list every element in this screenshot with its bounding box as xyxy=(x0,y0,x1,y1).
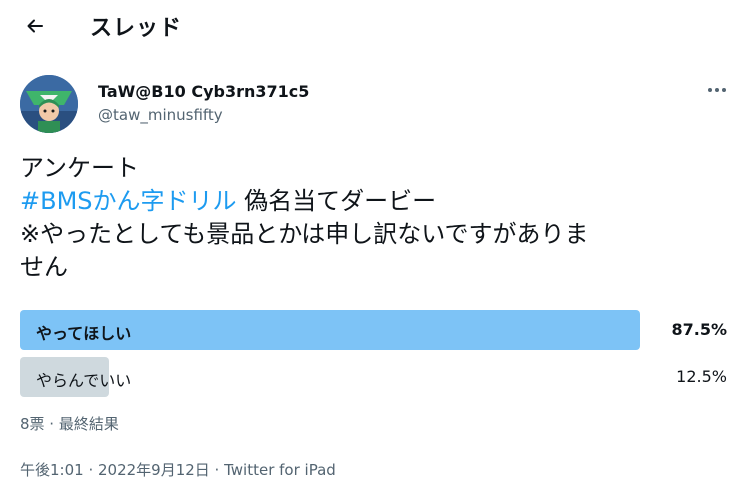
poll-option-label: やらんでいい xyxy=(36,371,132,390)
poll-summary: 8票 · 最終結果 xyxy=(20,415,119,433)
tweet-text: アンケート #BMSかん字ドリル 偽名当てダービー ※やったとしても景品とかは申… xyxy=(20,152,730,284)
more-horizontal-icon xyxy=(708,88,726,92)
poll-option-label: やってほしい xyxy=(36,324,132,343)
arrow-left-icon xyxy=(27,19,43,33)
poll-option-percent: 87.5% xyxy=(671,320,727,339)
tweet-line-2-text: 偽名当てダービー xyxy=(236,187,437,215)
poll-option-1: やってほしい 87.5% xyxy=(20,310,730,350)
tweet-timestamp[interactable]: 午後1:01 · 2022年9月12日 · Twitter for iPad xyxy=(20,459,336,480)
tweet-line-1: アンケート xyxy=(20,154,140,182)
author-display-name[interactable]: TaW@B10 Cyb3rn371c5 xyxy=(98,82,309,101)
thread-header: スレッド xyxy=(0,0,750,54)
avatar[interactable] xyxy=(20,75,78,133)
avatar-character-image xyxy=(20,75,78,133)
author-handle[interactable]: @taw_minusfifty xyxy=(98,106,223,124)
hashtag-link[interactable]: #BMSかん字ドリル xyxy=(20,187,237,215)
tweet-line-3: ※やったとしても景品とかは申し訳ないですがありま xyxy=(20,220,589,248)
poll-option-2: やらんでいい 12.5% xyxy=(20,357,730,397)
poll-option-percent: 12.5% xyxy=(676,367,727,386)
page-title: スレッド xyxy=(90,16,183,41)
back-button[interactable] xyxy=(18,9,52,43)
tweet-line-2: #BMSかん字ドリル 偽名当てダービー xyxy=(20,185,730,218)
more-options-button[interactable] xyxy=(703,80,731,100)
tweet-line-4: せん xyxy=(20,253,68,281)
